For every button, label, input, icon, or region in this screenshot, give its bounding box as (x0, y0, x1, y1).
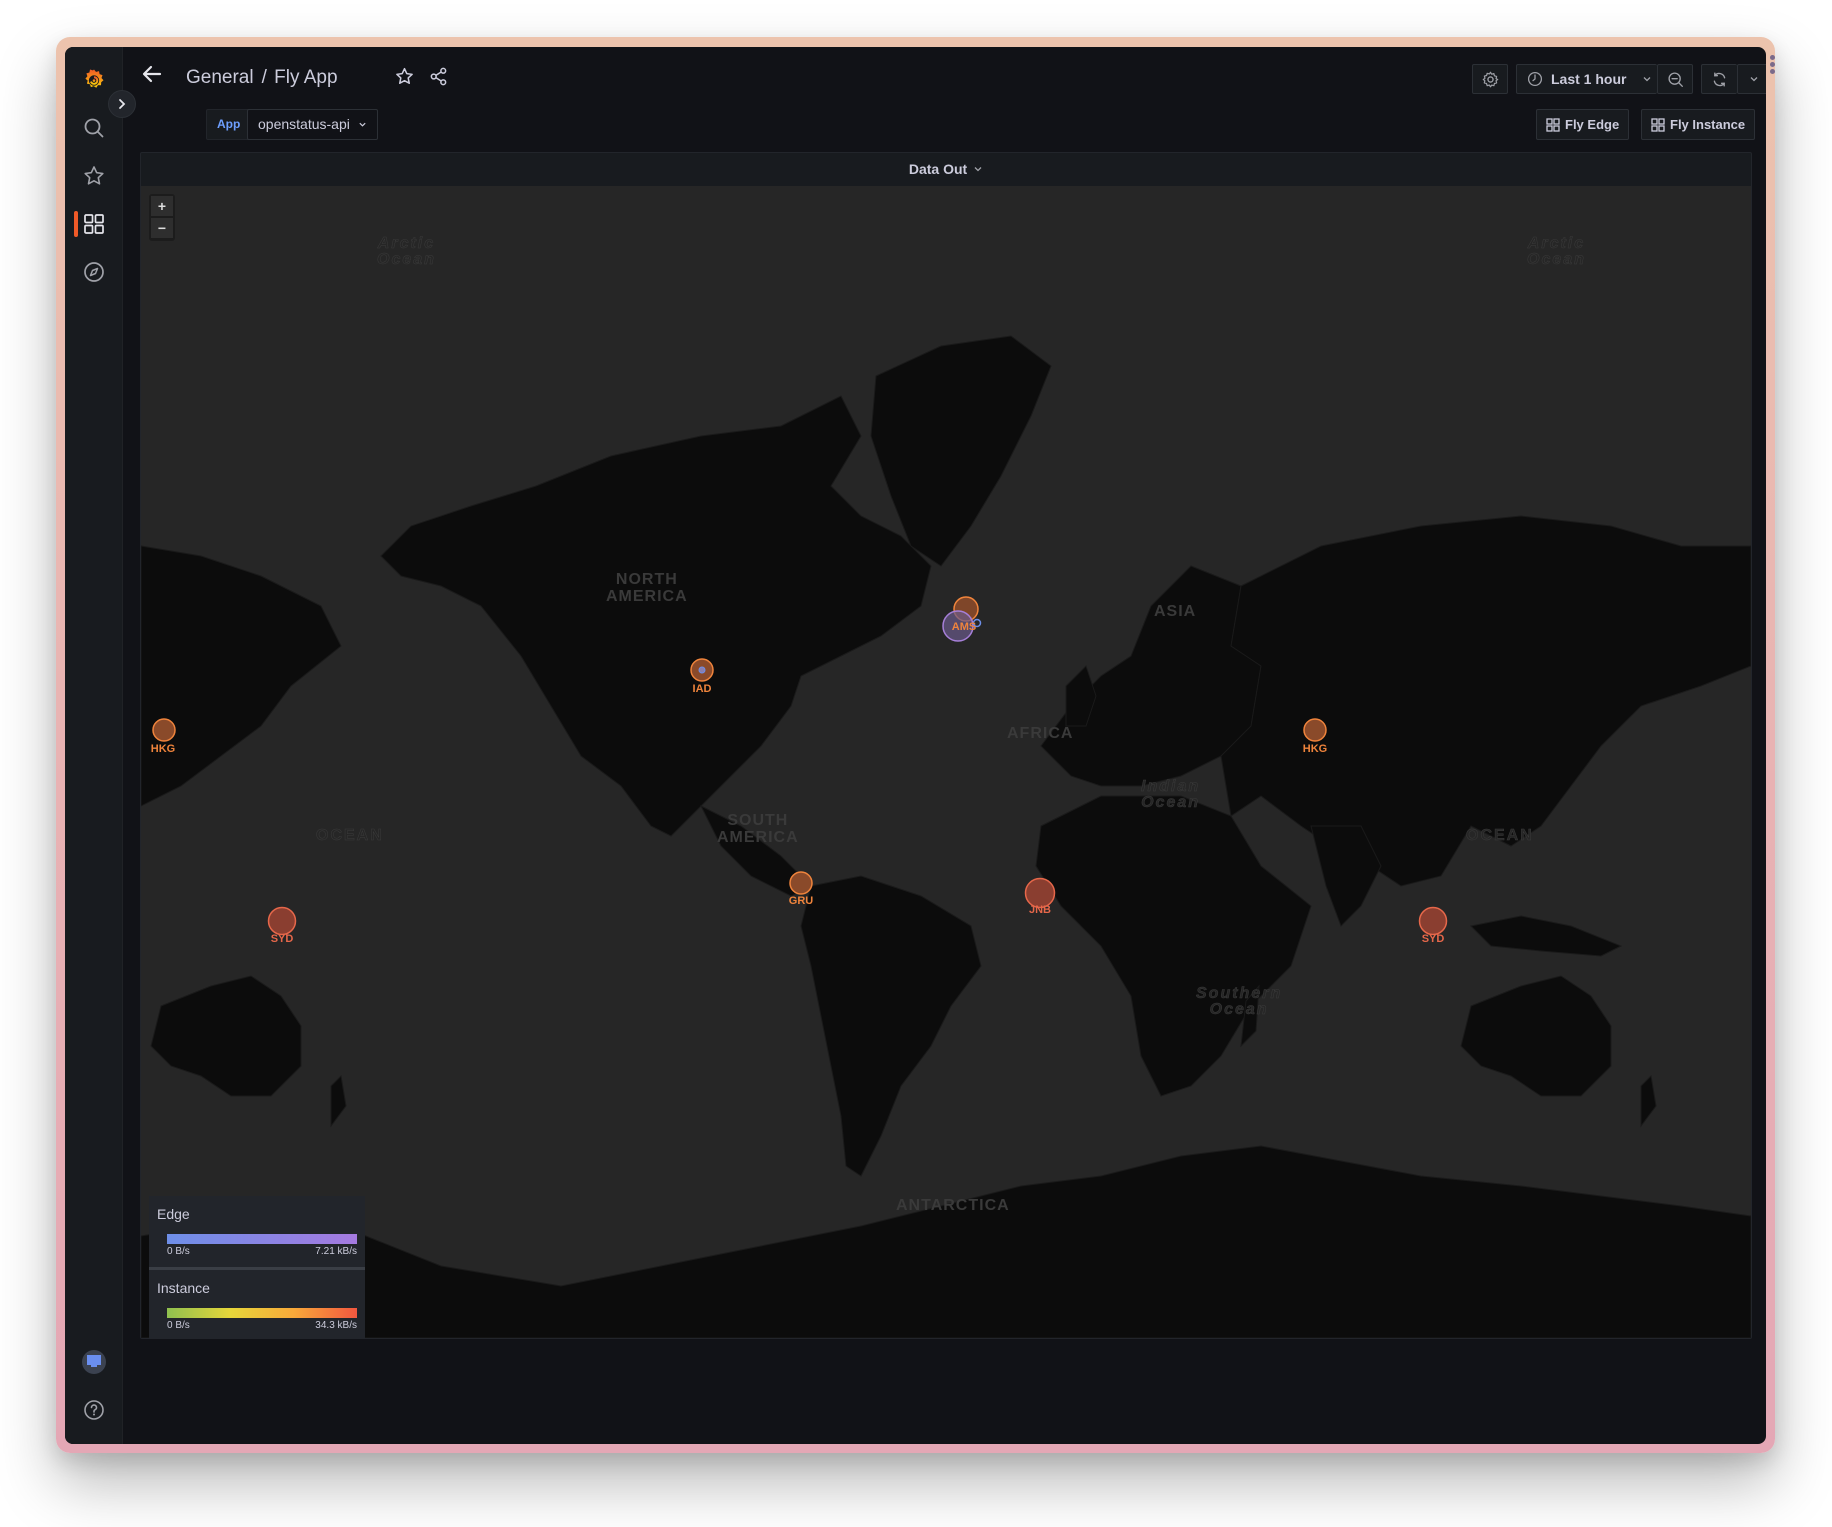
legend-instance-gradient (167, 1308, 357, 1318)
map-markers-layer (152, 596, 1448, 936)
marker-label-ams: AMS (951, 621, 977, 633)
legend-instance: Instance 0 B/s 34.3 kB/s (149, 1270, 365, 1338)
chevron-down-icon (359, 122, 366, 127)
legend-instance-title: Instance (157, 1280, 210, 1296)
refresh-interval-dropdown[interactable] (1737, 64, 1766, 94)
sidebar-item-explore[interactable] (79, 257, 109, 287)
marker-hkg-left[interactable] (152, 718, 176, 742)
sidebar (65, 47, 123, 1444)
variable-label-app: App (206, 109, 252, 140)
breadcrumb-separator: / (261, 67, 267, 88)
marker-label-hkg-left: HKG (150, 743, 176, 755)
zoom-out-icon (1667, 71, 1683, 87)
dashboard-grid-icon (1546, 117, 1560, 132)
mark-favorite-button[interactable] (395, 67, 414, 86)
legend-edge-title: Edge (157, 1206, 190, 1222)
chevron-down-icon (1644, 77, 1651, 82)
time-picker-button[interactable]: Last 1 hour (1516, 64, 1657, 94)
top-navbar: General / Fly App Last 1 hour (122, 47, 1766, 97)
window-menu-dots[interactable] (1770, 55, 1776, 76)
marker-hkg-right[interactable] (1303, 718, 1327, 742)
marker-label-gru: GRU (788, 895, 814, 907)
compass-icon (84, 262, 104, 282)
marker-syd-right[interactable] (1418, 906, 1448, 936)
refresh-icon (1713, 71, 1726, 87)
grafana-logo[interactable] (79, 65, 109, 95)
panel-title: Data Out (908, 161, 968, 177)
dashboards-icon (84, 214, 104, 234)
link-fly-instance[interactable]: Fly Instance (1641, 109, 1756, 140)
sidebar-item-profile[interactable] (79, 1347, 109, 1377)
panel-header[interactable]: Data Out (141, 153, 1751, 185)
marker-label-syd-left: SYD (270, 933, 294, 945)
world-map[interactable]: + − NORTH AMERICA SOUTH AMERICA AFRICA ASI… (141, 186, 1751, 1338)
marker-gru[interactable] (789, 871, 813, 895)
zoom-out-time-button[interactable] (1657, 64, 1693, 94)
marker-label-iad: IAD (692, 683, 712, 695)
marker-syd-left[interactable] (267, 906, 297, 936)
chevron-down-icon (1750, 77, 1758, 82)
star-icon (84, 166, 104, 185)
map-legend: Edge 0 B/s 7.21 kB/s Instance 0 B/s 34.3… (149, 1196, 365, 1338)
legend-instance-max: 34.3 kB/s (315, 1320, 357, 1331)
help-icon (84, 1400, 104, 1420)
marker-label-syd-right: SYD (1421, 933, 1445, 945)
link-fly-edge-label: Fly Edge (1565, 117, 1620, 132)
grafana-window: General / Fly App Last 1 hour App openst… (65, 47, 1766, 1444)
link-fly-instance-label: Fly Instance (1670, 117, 1746, 132)
marker-label-jnb: JNB (1028, 904, 1052, 916)
gear-icon (1482, 71, 1498, 87)
app-variable-select[interactable]: openstatus-api (247, 109, 378, 140)
search-icon (84, 118, 104, 138)
app-variable-value: openstatus-api (258, 116, 350, 132)
chevron-down-icon (974, 167, 982, 172)
avatar (82, 1350, 106, 1374)
back-button[interactable] (140, 62, 164, 86)
share-icon (430, 67, 447, 86)
legend-edge-gradient (167, 1234, 357, 1244)
share-dashboard-button[interactable] (429, 67, 448, 86)
dashboard-settings-button[interactable] (1472, 64, 1508, 94)
marker-label-hkg-right: HKG (1302, 743, 1328, 755)
link-fly-edge[interactable]: Fly Edge (1536, 109, 1630, 140)
sidebar-item-dashboards[interactable] (79, 209, 109, 239)
sidebar-item-search[interactable] (79, 113, 109, 143)
legend-instance-min: 0 B/s (167, 1320, 190, 1331)
sidebar-item-starred[interactable] (79, 161, 109, 191)
sidebar-item-help[interactable] (79, 1395, 109, 1425)
refresh-button[interactable] (1701, 64, 1737, 94)
dashboard-title[interactable]: Fly App (274, 67, 337, 88)
time-range-label: Last 1 hour (1551, 71, 1627, 87)
geomap-panel: Data Out + − NORTH AMERICA SOUTH AMERICA… (140, 152, 1752, 1339)
grafana-logo-icon (85, 69, 104, 88)
star-icon (396, 67, 413, 85)
breadcrumb-folder[interactable]: General (186, 67, 254, 88)
marker-iad[interactable] (690, 658, 714, 682)
clock-icon (1527, 71, 1543, 87)
legend-edge: Edge 0 B/s 7.21 kB/s (149, 1196, 365, 1270)
breadcrumb: General / Fly App (186, 67, 338, 89)
sidebar-active-indicator (74, 211, 78, 237)
sidebar-expand-button[interactable] (108, 90, 136, 118)
legend-edge-min: 0 B/s (167, 1246, 190, 1257)
arrow-left-icon (142, 65, 162, 83)
chevron-right-icon (119, 99, 126, 109)
dashboard-grid-icon (1651, 117, 1665, 132)
legend-edge-max: 7.21 kB/s (315, 1246, 357, 1257)
